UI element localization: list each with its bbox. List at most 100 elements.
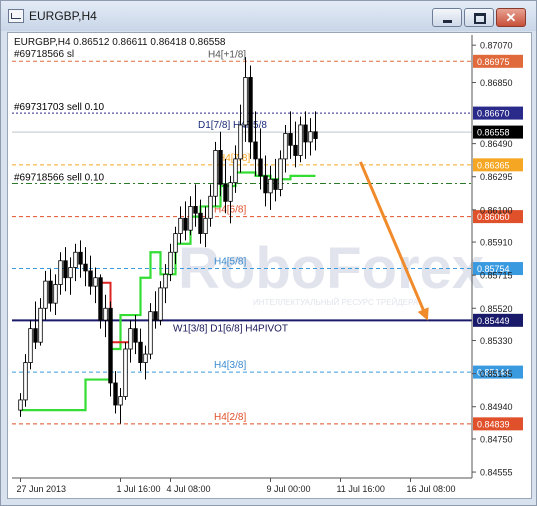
candle-body[interactable] — [263, 175, 268, 194]
candle-body[interactable] — [223, 183, 228, 202]
price-tick-label: 0.84555 — [480, 468, 513, 478]
candle-body[interactable] — [288, 133, 293, 146]
price-tick-label: 0.85135 — [480, 369, 513, 379]
chart-window: EURGBP,H4 ✕ RoboForex ИНТЕЛЛЕКТУАЛЬНЫЙ Р… — [0, 0, 537, 506]
price-level-tag-label: 0.86975 — [477, 57, 510, 67]
price-tick-label: 0.87070 — [480, 41, 513, 51]
candle-body[interactable] — [128, 328, 133, 350]
time-tick-label: 4 Jul 08:00 — [167, 484, 211, 494]
candle-body[interactable] — [98, 277, 103, 321]
candle-body[interactable] — [273, 178, 278, 190]
candle-body[interactable] — [78, 251, 83, 265]
close-icon: ✕ — [505, 10, 517, 25]
price-level-text: D1[7/8] H4R5/8 — [198, 120, 267, 131]
candle-body[interactable] — [163, 273, 168, 289]
symbol-quote-header: EURGBP,H4 0.86512 0.86611 0.86418 0.8655… — [14, 37, 226, 48]
price-tick-label: 0.86295 — [480, 172, 513, 182]
candle-body[interactable] — [228, 182, 233, 202]
candle-body[interactable] — [218, 150, 223, 185]
candle-body[interactable] — [278, 158, 283, 190]
price-tick-label: 0.84750 — [480, 434, 513, 444]
price-level-tag-label: 0.86365 — [477, 160, 510, 170]
price-level-text: #69731703 sell 0.10 — [14, 102, 105, 113]
candle-body[interactable] — [123, 348, 128, 397]
candle-body[interactable] — [133, 328, 138, 343]
candle-body[interactable] — [18, 399, 23, 411]
candle-body[interactable] — [238, 124, 243, 160]
candle-body[interactable] — [108, 307, 113, 384]
price-tick-label: 0.85715 — [480, 271, 513, 281]
candle-body[interactable] — [48, 280, 53, 304]
candle-body[interactable] — [308, 131, 313, 143]
candle-body[interactable] — [53, 284, 58, 304]
candle-body[interactable] — [138, 341, 143, 363]
time-tick-label: 11 Jul 16:00 — [337, 484, 385, 494]
candle-body[interactable] — [213, 150, 218, 197]
time-tick-label: 1 Jul 16:00 — [117, 484, 161, 494]
candle-body[interactable] — [173, 233, 178, 253]
chart-window-icon — [8, 9, 24, 23]
candle-body[interactable] — [118, 396, 123, 406]
price-level-text: H4[2/8] — [214, 412, 246, 423]
candle-body[interactable] — [258, 158, 263, 177]
time-tick-label: 16 Jul 08:00 — [407, 484, 456, 494]
candle-body[interactable] — [158, 287, 163, 321]
price-chart[interactable]: RoboForex ИНТЕЛЛЕКТУАЛЬНЫЙ РЕСУРС ТРЕЙДЕ… — [8, 33, 531, 498]
candle-body[interactable] — [103, 307, 108, 321]
price-tick-label: 0.85910 — [480, 238, 513, 248]
title-bar[interactable]: EURGBP,H4 ✕ — [1, 1, 536, 31]
chart-panel[interactable]: RoboForex ИНТЕЛЛЕКТУАЛЬНЫЙ РЕСУРС ТРЕЙДЕ… — [7, 32, 532, 499]
candle-body[interactable] — [293, 144, 298, 156]
price-tick-label: 0.86850 — [480, 78, 513, 88]
candle-body[interactable] — [23, 362, 28, 401]
candle-body[interactable] — [93, 277, 98, 287]
price-tick-label: 0.84940 — [480, 402, 513, 412]
candle-body[interactable] — [203, 217, 208, 234]
candle-body[interactable] — [298, 124, 303, 156]
minimize-button[interactable] — [432, 8, 462, 27]
watermark-tagline: ИНТЕЛЛЕКТУАЛЬНЫЙ РЕСУРС ТРЕЙДЕРА — [253, 298, 419, 307]
candle-body[interactable] — [178, 217, 183, 234]
candle-body[interactable] — [68, 267, 73, 279]
candle-body[interactable] — [113, 382, 118, 406]
candle-body[interactable] — [38, 307, 43, 343]
candle-body[interactable] — [168, 251, 173, 275]
candle-body[interactable] — [43, 280, 48, 309]
price-level-text: #69718566 sell 0.10 — [14, 173, 105, 184]
candle-body[interactable] — [33, 328, 38, 343]
candle-body[interactable] — [73, 251, 78, 268]
candle-body[interactable] — [198, 212, 203, 234]
candle-body[interactable] — [63, 260, 68, 279]
watermark: RoboForex ИНТЕЛЛЕКТУАЛЬНЫЙ РЕСУРС ТРЕЙДЕ… — [178, 236, 484, 307]
candle-body[interactable] — [208, 195, 213, 219]
close-button[interactable]: ✕ — [496, 8, 526, 27]
price-level-tag-label: 0.86670 — [477, 109, 510, 119]
candle-body[interactable] — [183, 217, 188, 231]
candle-body[interactable] — [243, 77, 248, 126]
price-level-tag-label: 0.84839 — [477, 419, 510, 429]
maximize-icon — [474, 13, 486, 24]
maximize-button[interactable] — [464, 8, 494, 27]
candle-body[interactable] — [283, 133, 288, 160]
time-tick-label: 9 Jul 00:00 — [267, 484, 311, 494]
window-title: EURGBP,H4 — [29, 9, 97, 23]
time-tick-label: 27 Jun 2013 — [17, 484, 67, 494]
candle-body[interactable] — [268, 178, 273, 194]
candle-body[interactable] — [253, 141, 258, 160]
candle-body[interactable] — [248, 77, 253, 143]
price-tick-label: 0.85330 — [480, 336, 513, 346]
candle-body[interactable] — [143, 353, 148, 363]
candle-body[interactable] — [233, 158, 238, 184]
candle-body[interactable] — [188, 206, 193, 231]
candle-body[interactable] — [58, 260, 63, 285]
candle-body[interactable] — [193, 206, 198, 214]
candle-body[interactable] — [148, 311, 153, 355]
candle-body[interactable] — [153, 311, 158, 321]
candle-body[interactable] — [83, 263, 88, 272]
candle-body[interactable] — [303, 124, 308, 143]
price-level-tag-label: 0.85449 — [477, 316, 510, 326]
candle-body[interactable] — [313, 131, 318, 139]
price-level-tag-label: 0.86558 — [477, 128, 510, 138]
candle-body[interactable] — [28, 328, 33, 363]
candle-body[interactable] — [88, 270, 93, 287]
